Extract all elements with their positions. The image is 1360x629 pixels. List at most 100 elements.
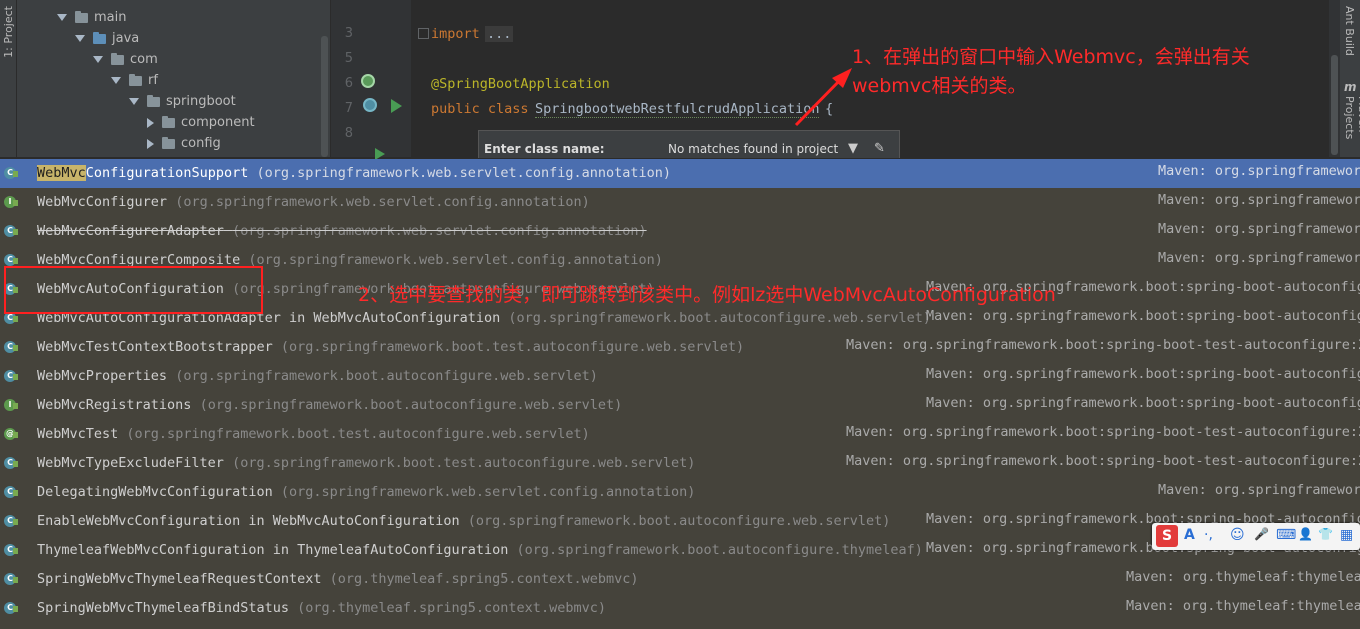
filter-icon[interactable]: ▼ (848, 141, 858, 156)
spring-bean-icon[interactable] (361, 74, 375, 88)
emoji-icon[interactable]: ☺ (1230, 527, 1245, 543)
project-tool-window-strip[interactable]: 1: Project (0, 0, 17, 157)
result-class-name: WebMvcRegistrations (org.springframework… (37, 391, 622, 420)
result-row[interactable]: C WebMvcConfigurationSupport (org.springf… (0, 159, 1360, 188)
maven-projects-tab[interactable]: Maven Projects (1343, 96, 1360, 157)
tree-node[interactable]: java (75, 29, 139, 49)
result-class-name: SpringWebMvcThymeleafBindStatus (org.thy… (37, 594, 606, 623)
result-package: (org.springframework.boot.autoconfigure.… (508, 310, 932, 326)
run-icon[interactable] (391, 99, 402, 113)
result-package: (org.springframework.web.servlet.config.… (256, 165, 671, 181)
result-package: (org.springframework.boot.test.autoconfi… (280, 339, 745, 355)
tree-scrollbar[interactable] (321, 36, 328, 157)
result-row[interactable]: I WebMvcConfigurer (org.springframework.w… (0, 188, 1360, 217)
expand-arrow-icon[interactable] (75, 35, 85, 42)
result-package: (org.springframework.boot.autoconfigure.… (516, 542, 923, 558)
skin-icon[interactable]: 👕 (1318, 527, 1333, 541)
result-package: (org.springframework.web.servlet.config.… (248, 252, 663, 268)
result-class-text: EnableWebMvcConfiguration in WebMvcAutoC… (37, 513, 460, 529)
punctuation-icon[interactable]: ·, (1204, 527, 1213, 543)
folder-icon (162, 136, 175, 149)
tree-node-label: component (181, 115, 255, 130)
result-row[interactable]: C WebMvcProperties (org.springframework.b… (0, 362, 1360, 391)
user-icon[interactable]: 👤 (1298, 527, 1313, 541)
tree-node[interactable]: com (93, 50, 158, 70)
folder-icon (162, 115, 175, 128)
collapse-arrow-icon[interactable] (147, 117, 154, 128)
expand-arrow-icon[interactable] (111, 77, 121, 84)
class-icon: C (4, 167, 18, 179)
tree-node[interactable]: rf (111, 71, 158, 91)
project-tree[interactable]: main java com rf springboot component config (17, 0, 330, 157)
class-name[interactable]: SpringbootwebRestfulcrudApplication (535, 101, 820, 118)
result-package: (org.springframework.boot.autoconfigure.… (467, 513, 891, 529)
result-maven-source: Maven: org.springframework (1158, 482, 1360, 498)
result-class-name: SpringWebMvcThymeleafRequestContext (org… (37, 565, 638, 594)
class-icon: C (4, 515, 18, 527)
result-class-name: WebMvcTypeExcludeFilter (org.springframe… (37, 449, 695, 478)
result-class-text: ConfigurationSupport (85, 165, 249, 181)
result-row[interactable]: C SpringWebMvcThymeleafRequestContext (or… (0, 565, 1360, 594)
folder-icon (93, 31, 106, 44)
ime-mode-icon[interactable]: A (1184, 527, 1195, 543)
result-class-text: WebMvcTestContextBootstrapper (37, 339, 273, 355)
result-row[interactable]: I WebMvcRegistrations (org.springframewor… (0, 391, 1360, 420)
annotation-note-1-line-2: webmvc相关的类。 (852, 75, 1027, 97)
result-maven-source: Maven: org.springframework (1158, 192, 1360, 208)
scroll-thumb[interactable] (1331, 55, 1338, 155)
ant-build-tab[interactable]: Ant Build (1343, 6, 1356, 56)
result-package: (org.springframework.web.servlet.config.… (232, 223, 647, 239)
result-row[interactable]: C WebMvcTestContextBootstrapper (org.spri… (0, 333, 1360, 362)
folder-icon (111, 52, 124, 65)
expand-arrow-icon[interactable] (57, 14, 67, 21)
result-maven-source: Maven: org.springframework.boot:spring-b… (926, 395, 1360, 411)
result-maven-source: Maven: org.thymeleaf:thymeleaf (1126, 598, 1360, 614)
line-number: 7 (344, 101, 353, 116)
class-icon: C (4, 602, 18, 614)
spring-app-icon[interactable] (363, 98, 377, 112)
tree-node[interactable]: component (147, 113, 255, 133)
annotation-text: @SpringBootApplication (431, 76, 610, 92)
tree-node-label: com (130, 52, 158, 67)
result-row[interactable]: C SpringWebMvcThymeleafBindStatus (org.th… (0, 594, 1360, 623)
tree-node-label: rf (148, 73, 158, 88)
result-class-text: WebMvcConfigurer (37, 194, 168, 210)
interface-icon: I (4, 196, 18, 208)
right-tool-strip[interactable]: Ant Build m Maven Projects (1340, 0, 1360, 157)
result-row[interactable]: C WebMvcTypeExcludeFilter (org.springfram… (0, 449, 1360, 478)
result-maven-source: Maven: org.thymeleaf:thymeleaf (1126, 569, 1360, 585)
interface-icon: I (4, 399, 18, 411)
tree-node[interactable]: main (57, 8, 126, 28)
mic-icon[interactable]: 🎤 (1254, 527, 1269, 541)
result-row[interactable]: C DelegatingWebMvcConfiguration (org.spri… (0, 478, 1360, 507)
class-icon: C (4, 573, 18, 585)
expand-arrow-icon[interactable] (129, 98, 139, 105)
menu-grid-icon[interactable]: ▦ (1340, 527, 1353, 543)
tree-node[interactable]: springboot (129, 92, 236, 112)
collapse-arrow-icon[interactable] (147, 138, 154, 149)
tree-node-label: java (112, 31, 140, 46)
folded-imports[interactable]: ... (485, 26, 514, 42)
keyboard-icon[interactable]: ⌨ (1276, 527, 1296, 543)
line-number: 6 (344, 76, 353, 91)
result-package: (org.springframework.boot.autoconfigure.… (199, 397, 623, 413)
line-number: 3 (344, 26, 353, 41)
line-number: 8 (344, 126, 353, 141)
result-row[interactable]: C WebMvcConfigurerAdapter (org.springfram… (0, 217, 1360, 246)
sogou-logo-icon[interactable]: S (1156, 525, 1178, 547)
annotation-icon: @ (4, 428, 18, 440)
editor-scrollbar[interactable] (1329, 0, 1340, 157)
result-class-text: WebMvcRegistrations (37, 397, 192, 413)
project-tool-label[interactable]: 1: Project (2, 6, 15, 58)
result-class-text: WebMvcTypeExcludeFilter (37, 455, 224, 471)
pin-icon[interactable]: ✎ (874, 141, 885, 156)
result-row[interactable]: @ WebMvcTest (org.springframework.boot.te… (0, 420, 1360, 449)
class-results-list[interactable]: C WebMvcConfigurationSupport (org.springf… (0, 159, 1360, 629)
highlight-box (4, 266, 263, 314)
no-matches-message: No matches found in project (668, 142, 839, 156)
expand-arrow-icon[interactable] (93, 56, 103, 63)
tree-node[interactable]: config (147, 134, 221, 154)
ime-toolbar[interactable]: S A ·, ☺ 🎤 ⌨ 👤 👕 ▦ (1152, 523, 1360, 550)
class-icon: C (4, 486, 18, 498)
fold-expand-icon[interactable] (418, 28, 429, 39)
